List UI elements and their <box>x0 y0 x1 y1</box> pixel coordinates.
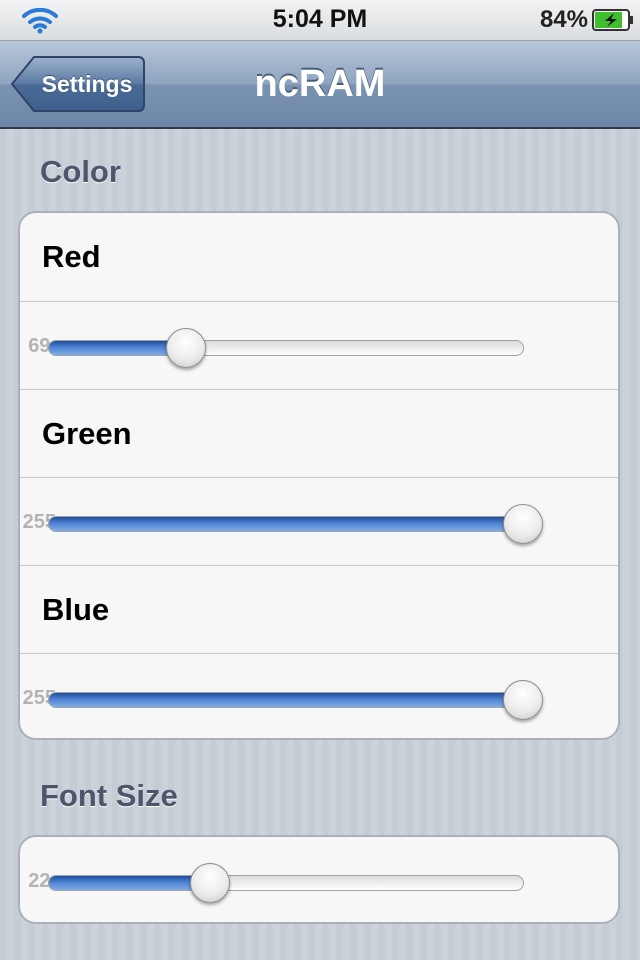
green-slider-fill <box>49 517 523 531</box>
red-slider-thumb[interactable] <box>166 328 207 368</box>
battery-percent: 84% <box>539 6 588 33</box>
blue-slider-fill <box>49 693 523 707</box>
navigation-bar: Settings ncRAM <box>0 41 640 129</box>
font-size-slider-row: 22. <box>20 837 618 922</box>
color-group: Red 69. Green 255 Blue 255 <box>18 211 620 740</box>
green-slider[interactable] <box>48 504 543 544</box>
green-label-row: Green <box>20 389 618 477</box>
status-bar: 5:04 PM 84% <box>0 0 640 41</box>
blue-label-row: Blue <box>20 565 618 653</box>
green-slider-thumb[interactable] <box>503 504 543 544</box>
red-slider[interactable] <box>48 328 524 368</box>
page-title: ncRAM <box>254 63 386 105</box>
font-size-slider[interactable] <box>48 863 524 903</box>
blue-label: Blue <box>42 592 110 627</box>
section-header-font-size: Font Size <box>40 778 178 813</box>
back-button-label: Settings <box>41 71 133 97</box>
font-size-slider-fill <box>49 876 211 890</box>
red-label-row: Red <box>20 213 618 301</box>
blue-slider[interactable] <box>48 680 543 720</box>
battery-charging-icon <box>592 9 633 31</box>
blue-slider-row: 255 <box>20 653 618 738</box>
blue-slider-thumb[interactable] <box>503 680 543 720</box>
green-slider-row: 255 <box>20 477 618 565</box>
back-button[interactable]: Settings <box>10 55 146 113</box>
section-header-color: Color <box>40 154 121 189</box>
red-label: Red <box>42 239 101 274</box>
font-size-slider-thumb[interactable] <box>190 863 231 903</box>
green-label: Green <box>42 416 132 451</box>
red-slider-row: 69. <box>20 301 618 389</box>
font-size-group: 22. <box>18 835 620 924</box>
